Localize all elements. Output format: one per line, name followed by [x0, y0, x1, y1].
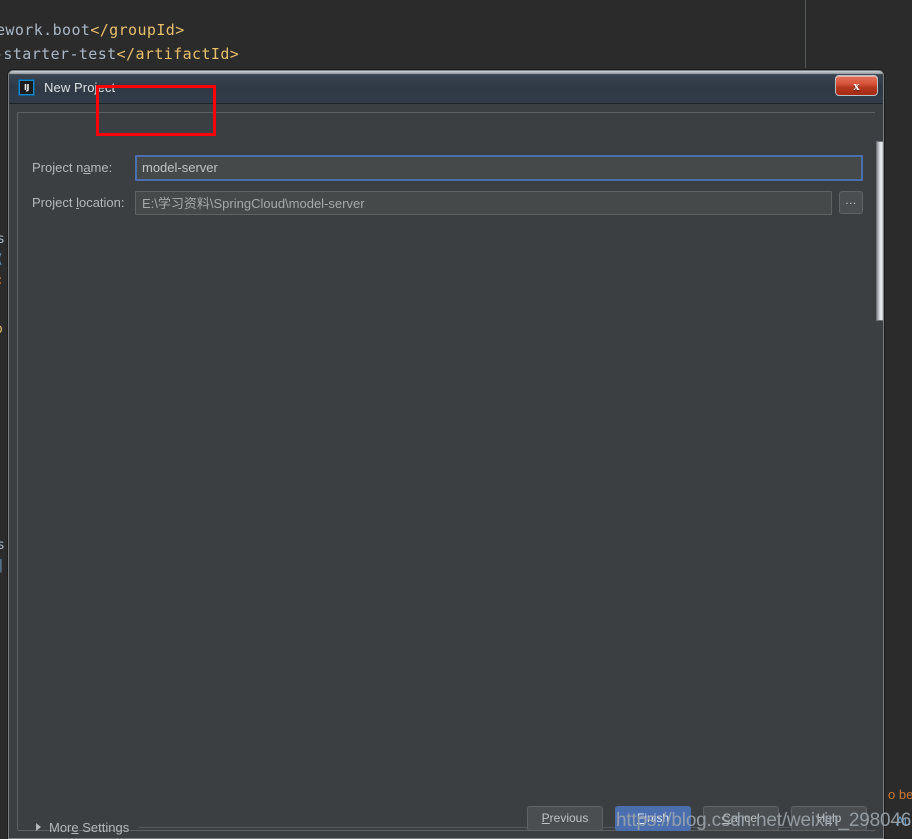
dialog-titlebar[interactable]: IJ New Project x	[9, 71, 883, 104]
button-label-post: inish	[644, 811, 670, 825]
code-fragment: |	[0, 558, 5, 573]
finish-button[interactable]: Finish	[615, 805, 691, 831]
project-location-row: Project location: E:\学习资料\SpringCloud\mo…	[32, 190, 863, 215]
ide-background-text: Au	[896, 814, 911, 828]
project-location-label: Project location:	[32, 195, 135, 210]
vertical-scrollbar-thumb[interactable]	[876, 141, 883, 321]
titlebar-gloss	[9, 71, 883, 74]
intellij-idea-icon-label: IJ	[24, 82, 29, 92]
previous-button[interactable]: Previous	[527, 805, 603, 831]
code-fragment: s	[0, 538, 5, 553]
label-text-post: me:	[90, 160, 113, 175]
button-mnemonic: P	[541, 811, 550, 825]
new-project-dialog: IJ New Project x Project name: model-ser…	[8, 70, 884, 839]
code-fragment: s	[0, 232, 5, 247]
dialog-title: New Project	[44, 79, 116, 95]
code-fragment: (	[0, 252, 4, 267]
label-text-post: ocation:	[78, 195, 125, 210]
code-line: ework.boot</groupId>	[0, 21, 185, 39]
button-mnemonic: C	[722, 811, 731, 825]
intellij-idea-icon: IJ	[18, 78, 35, 96]
code-line: -starter-test</artifactId>	[0, 45, 239, 63]
project-name-row: Project name: model-server	[32, 154, 863, 181]
button-label-post: lp	[832, 811, 842, 825]
dialog-content-panel: Project name: model-server Project locat…	[17, 112, 876, 835]
project-name-input[interactable]: model-server	[135, 154, 863, 181]
close-button[interactable]: x	[835, 75, 878, 96]
button-label-pre: H	[816, 811, 826, 825]
editor-splitter-divider	[805, 0, 806, 68]
code-token-tag: </artifactId>	[116, 45, 240, 63]
button-mnemonic: e	[825, 811, 832, 825]
button-mnemonic: F	[636, 811, 645, 825]
code-token-tag: </groupId>	[90, 21, 185, 39]
close-icon: x	[853, 78, 860, 93]
cancel-button[interactable]: Cancel	[703, 805, 779, 831]
code-token-text: ework.boot	[0, 21, 91, 39]
code-token-text: -starter-test	[0, 45, 117, 63]
code-fragment: o	[0, 322, 3, 337]
vertical-scrollbar-track[interactable]	[875, 112, 883, 831]
browse-location-button[interactable]: ...	[839, 191, 863, 214]
label-mnemonic: a	[83, 160, 91, 175]
help-button[interactable]: He lp	[791, 805, 867, 831]
label-text-pre: Project n	[32, 160, 84, 175]
editor-left-gutter	[0, 68, 8, 839]
button-label-post: revious	[549, 811, 589, 825]
label-text-pre: Project	[32, 195, 77, 210]
project-name-label: Project name:	[32, 160, 135, 175]
project-location-input[interactable]: E:\学习资料\SpringCloud\model-server	[135, 190, 832, 215]
ellipsis-icon: ...	[845, 193, 857, 207]
ide-background-text: o be	[888, 787, 912, 802]
dialog-button-bar: Previous Finish Cancel He lp	[17, 798, 875, 838]
code-fragment: :	[0, 273, 4, 288]
button-label-post: ancel	[730, 811, 760, 825]
